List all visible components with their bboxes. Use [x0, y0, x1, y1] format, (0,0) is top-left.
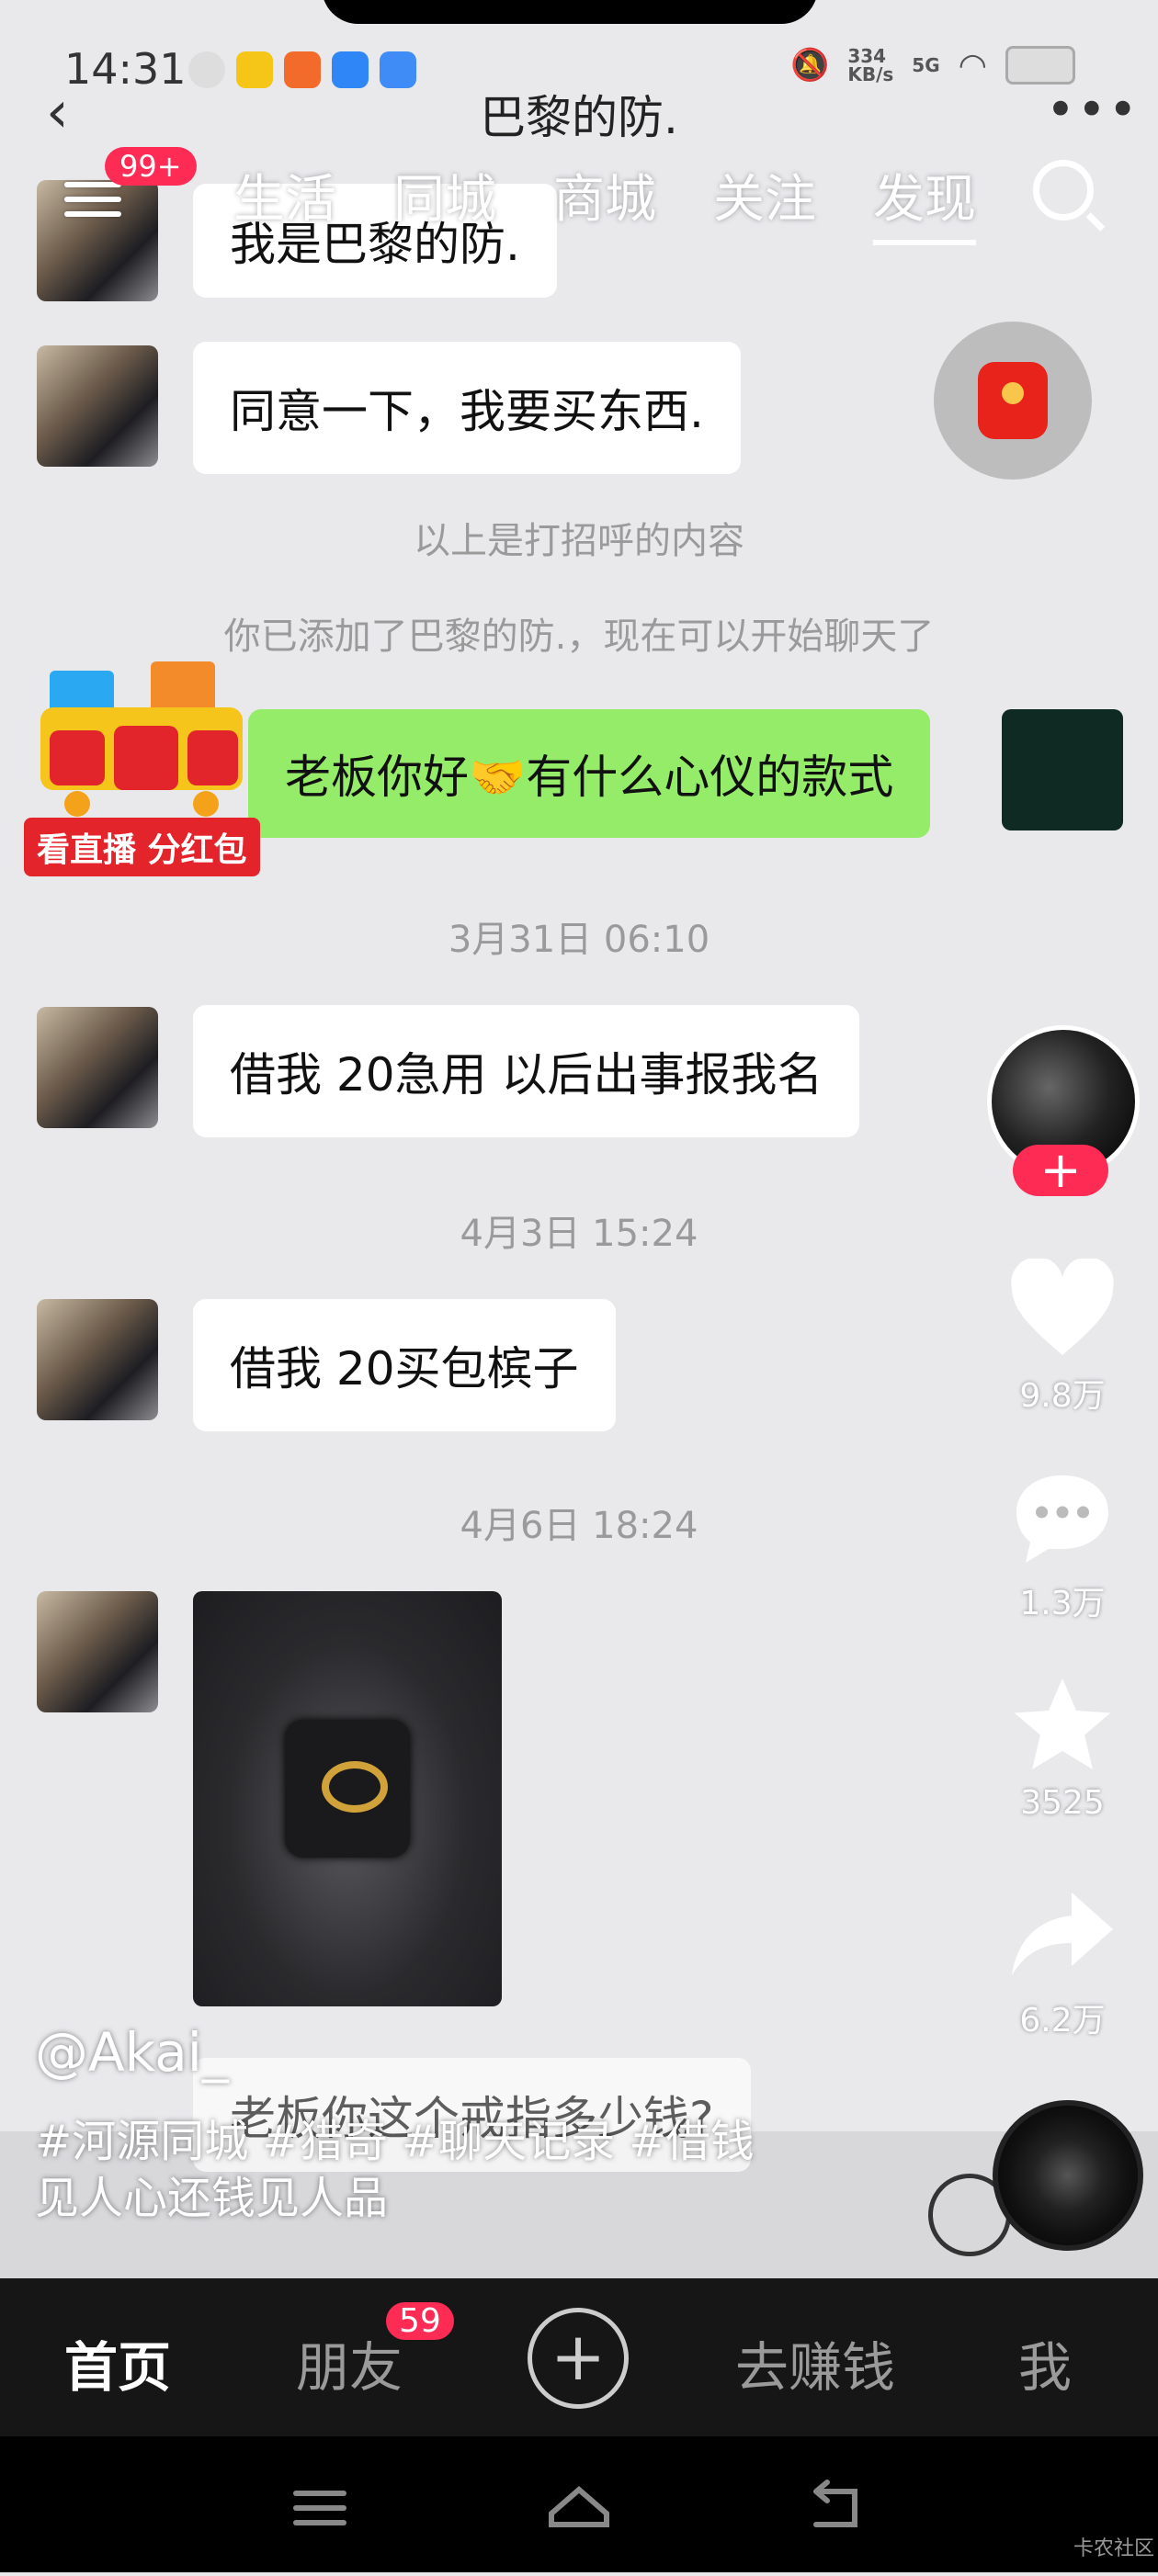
system-nav-bar: [0, 2436, 1158, 2572]
author-name[interactable]: @Akai_: [35, 2021, 229, 2084]
create-button[interactable]: +: [528, 2308, 629, 2409]
video-caption[interactable]: #河源同城 #猎奇 #聊天记录 #借钱 见人心还钱见人品: [35, 2113, 862, 2227]
date-separator: 3月31日 06:10: [448, 919, 710, 961]
tab-me[interactable]: 我: [1018, 2324, 1072, 2401]
self-avatar[interactable]: [1002, 709, 1123, 830]
wifi-icon: ◠: [958, 46, 988, 85]
tab-earn[interactable]: 去赚钱: [735, 2324, 895, 2401]
heart-icon: [1011, 1257, 1114, 1355]
star-icon: [1014, 1678, 1111, 1769]
like-count: 9.8万: [1019, 1377, 1106, 1415]
music-disc-icon[interactable]: [993, 2100, 1143, 2251]
chat-message-self: 老板你好🤝有什么心仪的款式: [248, 709, 931, 838]
contact-avatar[interactable]: [37, 1591, 158, 1712]
favorite-action[interactable]: 3525: [1007, 1674, 1118, 1822]
menu-badge: 99+: [105, 147, 197, 186]
more-icon[interactable]: •••: [1046, 81, 1140, 139]
net-speed: 334 KB/s: [847, 45, 894, 85]
red-packet-icon[interactable]: [934, 322, 1092, 480]
camera-notch: [322, 0, 818, 24]
search-icon[interactable]: [1033, 160, 1094, 220]
promo-label[interactable]: 看直播 分红包: [24, 818, 260, 876]
share-count: 6.2万: [1019, 2002, 1106, 2039]
system-nav-icons: [293, 2480, 857, 2527]
tab-following[interactable]: 关注: [713, 158, 816, 245]
tab-mall[interactable]: 商城: [553, 158, 656, 245]
contact-avatar[interactable]: [37, 1007, 158, 1128]
chat-message: 借我 20急用 以后出事报我名: [193, 1005, 860, 1137]
follow-button[interactable]: +: [1013, 1145, 1108, 1196]
network-type: 5G: [912, 54, 940, 76]
comment-count: 1.3万: [1019, 1585, 1106, 1622]
status-right: 🔕 334 KB/s 5G ◠: [790, 45, 1076, 85]
chat-title: 巴黎的防.: [480, 91, 678, 144]
chat-message: 借我 20买包槟子: [193, 1299, 616, 1431]
watermark: 卡农社区: [1073, 2537, 1155, 2560]
contact-avatar[interactable]: [37, 1299, 158, 1420]
friends-badge: 59: [386, 2302, 454, 2340]
tab-life[interactable]: 生活: [233, 158, 336, 245]
like-action[interactable]: 9.8万: [1007, 1257, 1118, 1417]
share-arrow-icon: [1012, 1892, 1113, 1975]
comment-icon: [1016, 1475, 1108, 1563]
battery-icon: [1005, 46, 1076, 85]
chat-message: 同意一下，我要买东西.: [193, 342, 741, 474]
date-separator: 4月6日 18:24: [460, 1505, 698, 1547]
comment-action[interactable]: 1.3万: [1007, 1466, 1118, 1624]
tab-friends[interactable]: 朋友: [296, 2324, 403, 2401]
top-nav-tabs: 生活 同城 商城 关注 发现: [233, 158, 976, 245]
ring-photo[interactable]: [193, 1591, 502, 2006]
tab-discover[interactable]: 发现: [873, 158, 976, 245]
date-separator: 4月3日 15:24: [460, 1213, 698, 1255]
ring-box: [285, 1720, 410, 1858]
favorite-count: 3525: [1020, 1784, 1105, 1822]
tab-home[interactable]: 首页: [64, 2324, 171, 2401]
contact-avatar[interactable]: [37, 345, 158, 467]
system-note: 以上是打招呼的内容: [414, 520, 744, 562]
ring-icon: [322, 1761, 388, 1813]
mute-icon: 🔕: [790, 47, 830, 84]
tab-local[interactable]: 同城: [393, 158, 496, 245]
share-action[interactable]: 6.2万: [1007, 1883, 1118, 2041]
shopping-cart-icon: [40, 661, 243, 817]
